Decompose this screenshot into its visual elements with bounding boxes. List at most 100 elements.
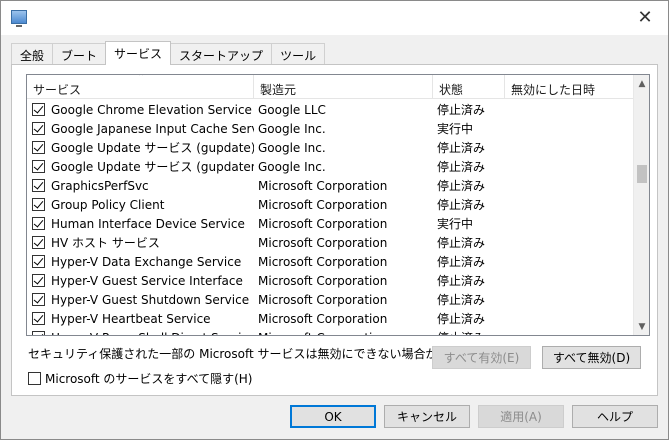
manufacturer-cell: Microsoft Corporation — [258, 311, 388, 326]
service-enabled-checkbox[interactable] — [32, 217, 45, 230]
hide-microsoft-services-checkbox[interactable]: Microsoft のサービスをすべて隠す(H) — [28, 370, 253, 387]
table-row[interactable]: Human Interface Device Service Microsoft … — [27, 214, 634, 233]
service-name: Google Chrome Elevation Service — [51, 102, 252, 117]
service-name: Hyper-V Heartbeat Service — [51, 311, 211, 326]
column-header-service-label: サービス — [33, 83, 82, 97]
service-cell: Google Update サービス (gupdatem) — [27, 158, 254, 175]
service-enabled-checkbox[interactable] — [32, 236, 45, 249]
table-row[interactable]: Google Update サービス (gupdatem) Google Inc.… — [27, 157, 634, 176]
service-enabled-checkbox[interactable] — [32, 141, 45, 154]
title-bar: ✕ — [1, 1, 668, 35]
service-enabled-checkbox[interactable] — [32, 312, 45, 325]
help-button[interactable]: ヘルプ — [572, 405, 658, 428]
manufacturer-cell: Google Inc. — [258, 121, 326, 136]
enable-all-button[interactable]: すべて有効(E) — [432, 346, 531, 369]
close-button[interactable]: ✕ — [622, 1, 668, 33]
service-cell: HV ホスト サービス — [27, 234, 254, 251]
hide-microsoft-services-check-box[interactable] — [28, 372, 41, 385]
list-body: Google Chrome Elevation Service Google LL… — [27, 100, 634, 336]
services-panel: サービス ⌃ 製造元 状態 無効にした日時 Google Chrome Elev… — [11, 64, 658, 396]
service-enabled-checkbox[interactable] — [32, 198, 45, 211]
dialog-button-bar: OK キャンセル 適用(A) ヘルプ — [1, 396, 668, 439]
status-cell: 停止済み — [437, 160, 486, 174]
list-header: サービス ⌃ 製造元 状態 無効にした日時 — [27, 75, 634, 99]
table-row[interactable]: Hyper-V Data Exchange Service Microsoft C… — [27, 252, 634, 271]
service-name: Google Update サービス (gupdatem) — [51, 160, 254, 174]
service-name: GraphicsPerfSvc — [51, 178, 149, 193]
table-row[interactable]: Hyper-V Guest Service Interface Microsoft… — [27, 271, 634, 290]
tab-boot[interactable]: ブート — [52, 43, 107, 65]
service-enabled-checkbox[interactable] — [32, 331, 45, 335]
disable-all-button[interactable]: すべて無効(D) — [542, 346, 641, 369]
column-header-status[interactable]: 状態 — [433, 75, 505, 99]
services-list: サービス ⌃ 製造元 状態 無効にした日時 Google Chrome Elev… — [26, 74, 650, 336]
service-cell: GraphicsPerfSvc — [27, 179, 254, 193]
system-configuration-window: ✕ 全般 ブート サービス スタートアップ ツール サービス ⌃ 製造元 状態 … — [0, 0, 669, 440]
service-name: HV ホスト サービス — [51, 236, 160, 250]
scrollbar-thumb[interactable] — [637, 165, 647, 183]
table-row[interactable]: Google Chrome Elevation Service Google LL… — [27, 100, 634, 119]
service-cell: Hyper-V PowerShell Direct Service — [27, 331, 254, 336]
manufacturer-cell: Google Inc. — [258, 140, 326, 155]
table-row[interactable]: Google Japanese Input Cache Service Googl… — [27, 119, 634, 138]
service-name: Hyper-V Guest Shutdown Service — [51, 292, 250, 307]
table-row[interactable]: Hyper-V Heartbeat Service Microsoft Corpo… — [27, 309, 634, 328]
manufacturer-cell: Google Inc. — [258, 159, 326, 174]
service-cell: Human Interface Device Service — [27, 217, 254, 231]
status-cell: 停止済み — [437, 312, 486, 326]
service-enabled-checkbox[interactable] — [32, 255, 45, 268]
manufacturer-cell: Microsoft Corporation — [254, 331, 433, 336]
manufacturer-cell: Microsoft Corporation — [258, 216, 388, 231]
status-cell: 停止済み — [437, 179, 486, 193]
manufacturer-cell: Microsoft Corporation — [258, 254, 388, 269]
status-cell: 実行中 — [437, 122, 474, 136]
status-cell: 停止済み — [437, 274, 486, 288]
apply-button[interactable]: 適用(A) — [478, 405, 564, 428]
status-cell: 停止済み — [437, 236, 486, 250]
service-enabled-checkbox[interactable] — [32, 122, 45, 135]
service-cell: Hyper-V Heartbeat Service — [27, 312, 254, 326]
tab-tools[interactable]: ツール — [271, 43, 326, 65]
vertical-scrollbar[interactable]: ▲ ▼ — [633, 75, 649, 335]
service-cell: Hyper-V Data Exchange Service — [27, 255, 254, 269]
cancel-button[interactable]: キャンセル — [384, 405, 470, 428]
status-cell: 停止済み — [433, 329, 505, 335]
service-name: Human Interface Device Service — [51, 216, 245, 231]
scroll-up-arrow-icon[interactable]: ▲ — [634, 75, 649, 92]
status-cell: 停止済み — [437, 198, 486, 212]
service-cell: Google Chrome Elevation Service — [27, 103, 254, 117]
manufacturer-cell: Microsoft Corporation — [258, 273, 388, 288]
status-cell: 停止済み — [437, 293, 486, 307]
column-header-manufacturer[interactable]: 製造元 — [254, 75, 433, 99]
tab-services[interactable]: サービス — [105, 41, 172, 65]
service-name: Hyper-V PowerShell Direct Service — [51, 331, 254, 336]
scroll-down-arrow-icon[interactable]: ▼ — [634, 318, 649, 335]
table-row[interactable]: GraphicsPerfSvc Microsoft Corporation 停止済み — [27, 176, 634, 195]
ok-button[interactable]: OK — [290, 405, 376, 428]
table-row[interactable]: Group Policy Client Microsoft Corporation… — [27, 195, 634, 214]
service-enabled-checkbox[interactable] — [32, 179, 45, 192]
table-row[interactable]: HV ホスト サービス Microsoft Corporation 停止済み — [27, 233, 634, 252]
service-enabled-checkbox[interactable] — [32, 274, 45, 287]
column-header-disabled-date[interactable]: 無効にした日時 — [505, 75, 634, 99]
service-enabled-checkbox[interactable] — [32, 103, 45, 116]
service-name: Google Update サービス (gupdate) — [51, 141, 254, 155]
tab-strip: 全般 ブート サービス スタートアップ ツール — [11, 41, 326, 65]
service-enabled-checkbox[interactable] — [32, 293, 45, 306]
service-name: Hyper-V Data Exchange Service — [51, 254, 242, 269]
table-row[interactable]: Hyper-V PowerShell Direct ServiceMicroso… — [27, 328, 634, 336]
app-icon — [11, 10, 27, 27]
service-enabled-checkbox[interactable] — [32, 160, 45, 173]
status-cell: 停止済み — [437, 103, 486, 117]
service-cell: Group Policy Client — [27, 198, 254, 212]
sort-ascending-icon: ⌃ — [137, 75, 146, 83]
manufacturer-cell: Microsoft Corporation — [258, 235, 388, 250]
status-cell: 実行中 — [437, 217, 474, 231]
manufacturer-cell: Microsoft Corporation — [258, 178, 388, 193]
table-row[interactable]: Google Update サービス (gupdate) Google Inc. 停… — [27, 138, 634, 157]
service-cell: Hyper-V Guest Shutdown Service — [27, 293, 254, 307]
tab-general[interactable]: 全般 — [11, 43, 54, 65]
table-row[interactable]: Hyper-V Guest Shutdown Service Microsoft … — [27, 290, 634, 309]
column-header-service[interactable]: サービス ⌃ — [27, 75, 254, 99]
tab-startup[interactable]: スタートアップ — [170, 43, 273, 65]
